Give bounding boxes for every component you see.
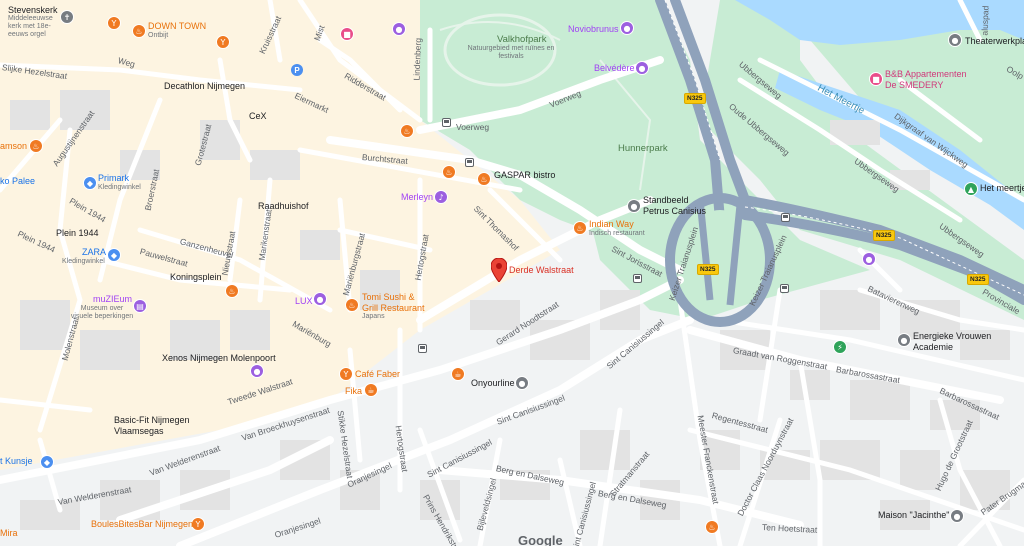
poi-het-meertje[interactable]: Het meertje <box>980 183 1024 194</box>
restaurant-icon[interactable]: ♨ <box>573 221 587 235</box>
monument-icon[interactable]: ● <box>627 199 641 213</box>
restaurant-icon[interactable]: ♨ <box>442 165 456 179</box>
restaurant-icon[interactable]: ♨ <box>29 139 43 153</box>
attraction-icon[interactable]: ● <box>635 61 649 75</box>
n325-shield: N325 <box>873 230 895 241</box>
valkhofpark-label: Valkhofpark <box>497 34 547 45</box>
bar-icon[interactable]: Y <box>216 35 230 49</box>
street-label: Voerweg <box>456 122 490 132</box>
bus-stop-icon[interactable] <box>633 274 642 283</box>
location-pin-icon[interactable] <box>491 258 507 282</box>
poi-muzieum-sub: Museum over visuele beperkingen <box>70 305 134 320</box>
poi-primark-sub: Kledingwinkel <box>98 184 141 191</box>
poi-down-town-sub: Ontbijt <box>148 32 169 39</box>
bar-icon[interactable]: Y <box>191 517 205 531</box>
shopping-bag-icon[interactable]: ◆ <box>40 455 54 469</box>
museum-icon[interactable]: ▤ <box>133 299 147 313</box>
shopping-bag-icon[interactable]: ◆ <box>107 248 121 262</box>
business-icon[interactable]: ● <box>950 509 964 523</box>
cafe-icon[interactable]: ☕ <box>451 367 465 381</box>
poi-stevenskerk-sub: Middeleeuwse kerk met 18e-eeuws orgel <box>8 15 53 38</box>
poi-zara-sub: Kledingwinkel <box>62 258 105 265</box>
poi-tomi-sushi-sub: Japans <box>362 313 385 320</box>
bus-stop-icon[interactable] <box>418 344 427 353</box>
restaurant-icon[interactable]: ♨ <box>400 124 414 138</box>
bus-stop-icon[interactable] <box>465 158 474 167</box>
poi-onyourline[interactable]: Onyourline <box>471 378 515 389</box>
poi-lux[interactable]: LUX <box>295 296 313 307</box>
music-venue-icon[interactable]: ♪ <box>434 190 448 204</box>
poi-indian-way[interactable]: Indian Way <box>589 219 634 230</box>
ev-charging-icon[interactable]: ⚡ <box>833 340 847 354</box>
attraction-icon[interactable]: ● <box>620 21 634 35</box>
n325-shield: N325 <box>684 93 706 104</box>
restaurant-icon[interactable]: ♨ <box>705 520 719 534</box>
bus-stop-icon[interactable] <box>442 118 451 127</box>
poi-belvedere[interactable]: Belvédère <box>594 63 635 74</box>
attraction-icon[interactable]: ● <box>862 252 876 266</box>
poi-indian-way-sub: Indisch restaurant <box>589 230 645 237</box>
poi-plein1944[interactable]: Plein 1944 <box>56 228 99 239</box>
poi-standbeeld[interactable]: Standbeeld Petrus Canisius <box>643 195 713 217</box>
poi-fika[interactable]: Fika <box>345 386 362 397</box>
valkhofpark-sublabel: Natuurgebied met ruïnes en festivals <box>467 45 555 60</box>
poi-down-town[interactable]: DOWN TOWN <box>148 21 206 32</box>
poi-primark[interactable]: Primark <box>98 173 129 184</box>
restaurant-icon[interactable]: ♨ <box>345 298 359 312</box>
bus-stop-icon[interactable] <box>780 284 789 293</box>
business-icon[interactable]: ● <box>515 376 529 390</box>
restaurant-icon[interactable]: ♨ <box>225 284 239 298</box>
poi-boules[interactable]: BoulesBitesBar Nijmegen <box>91 519 193 530</box>
shopping-bag-icon[interactable]: ◆ <box>83 176 97 190</box>
poi-bb-appartementen[interactable]: B&B Appartementen De SMEDERY <box>885 69 975 91</box>
poi-tomi-sushi[interactable]: Tomi Sushi & Grill Restaurant <box>362 292 432 314</box>
google-logo: Google <box>518 533 563 546</box>
poi-muzieum[interactable]: muZIEum <box>93 294 132 305</box>
bar-icon[interactable]: Y <box>339 367 353 381</box>
cinema-icon[interactable]: ● <box>313 292 327 306</box>
poi-cafe-faber[interactable]: Café Faber <box>355 369 400 380</box>
map-canvas[interactable]: Valkhofpark Natuurgebied met ruïnes en f… <box>0 0 1024 546</box>
poi-energieke[interactable]: Energieke Vrouwen Academie <box>913 331 993 353</box>
poi-decathlon[interactable]: Decathlon Nijmegen <box>164 81 245 92</box>
restaurant-icon[interactable]: ♨ <box>132 24 146 38</box>
n325-shield: N325 <box>697 264 719 275</box>
poi-cex[interactable]: CeX <box>249 111 267 122</box>
business-icon[interactable]: ● <box>897 333 911 347</box>
poi-zara[interactable]: ZARA <box>82 247 106 258</box>
bus-stop-icon[interactable] <box>781 213 790 222</box>
poi-theaterwerkplaats[interactable]: Theaterwerkpla <box>965 36 1024 47</box>
restaurant-icon[interactable]: ♨ <box>477 172 491 186</box>
poi-maison[interactable]: Maison "Jacinthe" <box>878 510 949 521</box>
poi-gaspar[interactable]: GASPAR bistro <box>494 170 555 181</box>
theater-icon[interactable]: ● <box>948 33 962 47</box>
poi-derde-walstraat[interactable]: Derde Walstraat <box>509 265 574 276</box>
bar-icon[interactable]: Y <box>107 16 121 30</box>
poi-noviobrunus[interactable]: Noviobrunus <box>568 24 619 35</box>
poi-basicfit[interactable]: Basic-Fit Nijmegen Vlaamsegas <box>114 415 204 437</box>
poi-merleyn[interactable]: Merleyn <box>401 192 433 203</box>
n325-shield: N325 <box>967 274 989 285</box>
poi-koningsplein[interactable]: Koningsplein <box>170 272 222 283</box>
street-label: aluspad <box>979 5 991 36</box>
cafe-icon[interactable]: ☕ <box>364 383 378 397</box>
hunnerpark-label: Hunnerpark <box>618 143 668 154</box>
poi-raadhuishof[interactable]: Raadhuishof <box>258 201 309 212</box>
poi-ko-palee[interactable]: ko Palee <box>0 176 35 187</box>
poi-samson[interactable]: amson <box>0 141 27 152</box>
hotel-icon[interactable]: ■ <box>869 72 883 86</box>
street-label: Lindenberg <box>411 37 423 81</box>
poi-xenos[interactable]: Xenos Nijmegen Molenpoort <box>162 353 276 364</box>
parking-icon[interactable]: P <box>291 64 303 76</box>
shop-icon[interactable]: ■ <box>340 27 354 41</box>
park-icon[interactable]: ▲ <box>964 182 978 196</box>
attraction-icon[interactable]: ● <box>392 22 406 36</box>
church-icon[interactable]: ✝ <box>60 10 74 24</box>
shop-icon[interactable]: ● <box>250 364 264 378</box>
poi-kunsje[interactable]: t Kunsje <box>0 456 33 467</box>
poi-mira[interactable]: Mira <box>0 528 18 539</box>
